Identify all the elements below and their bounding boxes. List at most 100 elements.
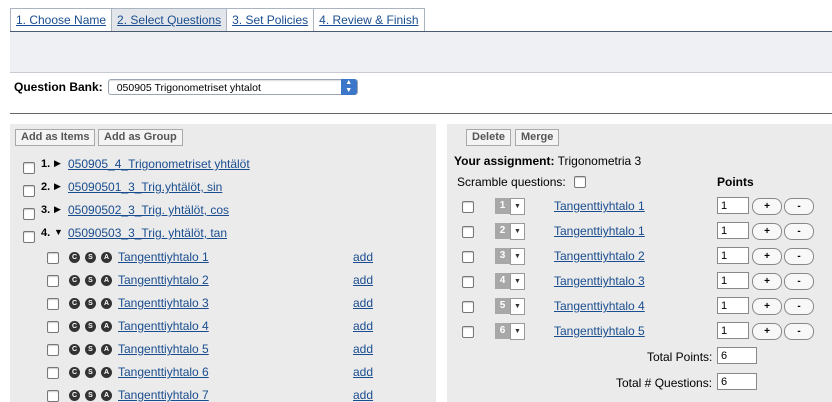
item-row: C S A Tangenttiyhtalo 6 add (10, 363, 436, 386)
item-checkbox[interactable] (47, 367, 59, 379)
item-checkbox[interactable] (47, 344, 59, 356)
assignment-label: Your assignment: (454, 154, 555, 168)
question-link[interactable]: Tangenttiyhtalo 1 (554, 224, 645, 238)
item-checkbox[interactable] (47, 321, 59, 333)
item-link[interactable]: Tangenttiyhtalo 3 (118, 296, 209, 310)
c-badge-icon: C (69, 321, 80, 332)
chevron-down-icon: ▼ (510, 223, 525, 240)
expand-arrow-icon[interactable]: ▶ (54, 181, 61, 192)
question-link[interactable]: Tangenttiyhtalo 4 (554, 299, 645, 313)
add-link[interactable]: add (353, 319, 373, 333)
pool-checkbox[interactable] (23, 208, 35, 220)
pool-link[interactable]: 05090502_3_Trig. yhtälöt, cos (68, 203, 229, 217)
item-link[interactable]: Tangenttiyhtalo 2 (118, 273, 209, 287)
item-link[interactable]: Tangenttiyhtalo 5 (118, 342, 209, 356)
increase-points-button[interactable]: + (752, 323, 782, 340)
expand-arrow-icon[interactable]: ▶ (54, 204, 61, 215)
decrease-points-button[interactable]: - (784, 248, 814, 265)
decrease-points-button[interactable]: - (784, 273, 814, 290)
pool-checkbox[interactable] (23, 185, 35, 197)
add-as-group-button[interactable]: Add as Group (98, 129, 183, 146)
assignment-row: 1 ▼ Tangenttiyhtalo 1 1 + - (447, 196, 832, 221)
item-checkbox[interactable] (47, 390, 59, 402)
item-checkbox[interactable] (47, 298, 59, 310)
pool-link[interactable]: 050905_4_Trigonometriset yhtälöt (68, 157, 250, 171)
total-points-label: Total Points: (647, 350, 713, 364)
order-number: 5 (495, 298, 510, 314)
points-input[interactable]: 1 (717, 197, 749, 214)
add-link[interactable]: add (353, 342, 373, 356)
s-badge-icon: S (85, 367, 96, 378)
points-input[interactable]: 1 (717, 222, 749, 239)
row-checkbox[interactable] (462, 301, 474, 313)
item-checkbox[interactable] (47, 275, 59, 287)
add-link[interactable]: add (353, 250, 373, 264)
merge-button[interactable]: Merge (515, 129, 560, 146)
question-link[interactable]: Tangenttiyhtalo 5 (554, 324, 645, 338)
a-badge-icon: A (101, 252, 112, 263)
pool-link[interactable]: 05090503_3_Trig. yhtälöt, tan (68, 226, 227, 240)
order-select[interactable]: 6 ▼ (495, 323, 525, 340)
item-link[interactable]: Tangenttiyhtalo 6 (118, 365, 209, 379)
add-link[interactable]: add (353, 296, 373, 310)
tab-choose-name[interactable]: 1. Choose Name (10, 8, 113, 31)
points-input[interactable]: 1 (717, 247, 749, 264)
row-checkbox[interactable] (462, 226, 474, 238)
increase-points-button[interactable]: + (752, 298, 782, 315)
question-link[interactable]: Tangenttiyhtalo 2 (554, 249, 645, 263)
item-link[interactable]: Tangenttiyhtalo 7 (118, 388, 209, 402)
question-bank-selected: 050905 Trigonometriset yhtalot (116, 82, 261, 94)
add-as-items-button[interactable]: Add as Items (15, 129, 96, 146)
points-input[interactable]: 1 (717, 272, 749, 289)
order-select[interactable]: 1 ▼ (495, 198, 525, 215)
points-input[interactable]: 1 (717, 322, 749, 339)
scramble-label: Scramble questions: (457, 175, 566, 189)
increase-points-button[interactable]: + (752, 273, 782, 290)
points-input[interactable]: 1 (717, 297, 749, 314)
item-link[interactable]: Tangenttiyhtalo 4 (118, 319, 209, 333)
question-bank-select[interactable]: 050905 Trigonometriset yhtalot ▲ ▼ (107, 79, 358, 95)
increase-points-button[interactable]: + (752, 223, 782, 240)
pool-link[interactable]: 05090501_3_Trig.yhtälöt, sin (68, 180, 222, 194)
order-select[interactable]: 3 ▼ (495, 248, 525, 265)
collapse-arrow-icon[interactable]: ▼ (54, 227, 63, 237)
total-questions-label: Total # Questions: (616, 376, 713, 390)
order-select[interactable]: 5 ▼ (495, 298, 525, 315)
pool-number: 1. (41, 158, 51, 170)
row-checkbox[interactable] (462, 201, 474, 213)
add-link[interactable]: add (353, 365, 373, 379)
tab-review-finish[interactable]: 4. Review & Finish (313, 8, 425, 31)
s-badge-icon: S (85, 275, 96, 286)
item-checkbox[interactable] (47, 252, 59, 264)
total-points-value: 6 (717, 347, 757, 364)
order-select[interactable]: 2 ▼ (495, 223, 525, 240)
decrease-points-button[interactable]: - (784, 323, 814, 340)
decrease-points-button[interactable]: - (784, 298, 814, 315)
pool-checkbox[interactable] (23, 231, 35, 243)
tab-set-policies[interactable]: 3. Set Policies (226, 8, 315, 31)
expand-arrow-icon[interactable]: ▶ (54, 158, 61, 169)
pool-checkbox[interactable] (23, 162, 35, 174)
row-checkbox[interactable] (462, 251, 474, 263)
row-checkbox[interactable] (462, 326, 474, 338)
order-number: 6 (495, 323, 510, 339)
s-badge-icon: S (85, 344, 96, 355)
scramble-checkbox[interactable] (574, 176, 586, 188)
item-row: C S A Tangenttiyhtalo 7 add (10, 386, 436, 402)
row-checkbox[interactable] (462, 276, 474, 288)
order-number: 2 (495, 223, 510, 239)
add-link[interactable]: add (353, 388, 373, 402)
delete-button[interactable]: Delete (466, 129, 512, 146)
s-badge-icon: S (85, 298, 96, 309)
a-badge-icon: A (101, 390, 112, 401)
decrease-points-button[interactable]: - (784, 223, 814, 240)
decrease-points-button[interactable]: - (784, 198, 814, 215)
order-select[interactable]: 4 ▼ (495, 273, 525, 290)
item-link[interactable]: Tangenttiyhtalo 1 (118, 250, 209, 264)
add-link[interactable]: add (353, 273, 373, 287)
question-link[interactable]: Tangenttiyhtalo 1 (554, 199, 645, 213)
increase-points-button[interactable]: + (752, 248, 782, 265)
tab-select-questions[interactable]: 2. Select Questions (111, 8, 228, 31)
increase-points-button[interactable]: + (752, 198, 782, 215)
question-link[interactable]: Tangenttiyhtalo 3 (554, 274, 645, 288)
